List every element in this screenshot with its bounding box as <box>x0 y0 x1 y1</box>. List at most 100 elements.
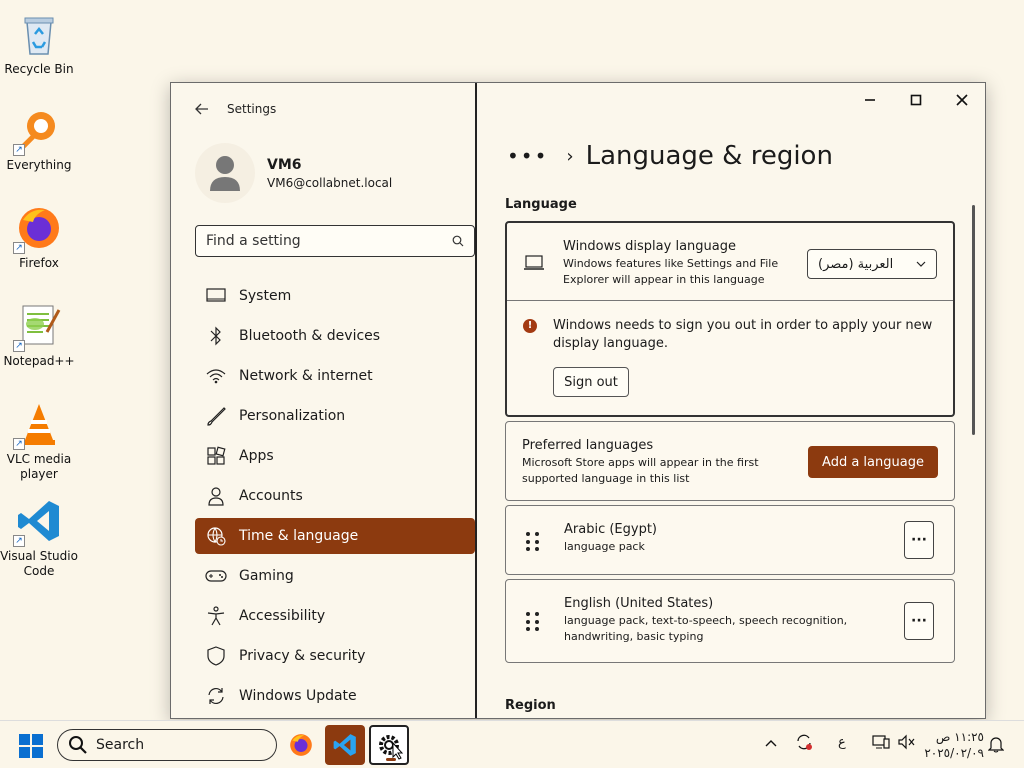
apps-icon <box>205 445 227 467</box>
nav-item-label: Accessibility <box>239 608 326 624</box>
vscode-icon: ↗ <box>13 497 63 547</box>
desktop-icon-notepadpp[interactable]: ↗ Notepad++ <box>0 302 78 369</box>
desktop-icon-label: Firefox <box>19 256 59 270</box>
desktop-icon-vlc[interactable]: ↗ VLC media player <box>0 400 78 482</box>
profile-email: VM6@collabnet.local <box>267 175 393 190</box>
nav-item-label: System <box>239 288 292 304</box>
recycle-bin-icon <box>15 10 63 58</box>
nav-item-label: Windows Update <box>239 688 357 704</box>
page-title: Language & region <box>585 141 833 171</box>
search-icon <box>69 736 87 754</box>
nav-item-gaming[interactable]: Gaming <box>195 558 475 594</box>
notepadpp-icon: ↗ <box>13 302 63 352</box>
language-row-arabic[interactable]: Arabic (Egypt) language pack ··· <box>505 505 955 575</box>
accessibility-icon <box>205 605 227 627</box>
monitor-icon <box>205 285 227 307</box>
person-icon <box>205 485 227 507</box>
desktop-icon-recycle-bin[interactable]: Recycle Bin <box>0 10 78 77</box>
nav-item-system[interactable]: System <box>195 278 475 314</box>
sync-status-icon[interactable] <box>795 733 813 755</box>
input-language-indicator[interactable]: ع <box>838 735 846 750</box>
laptop-icon <box>523 255 545 275</box>
display-language-title: Windows display language <box>563 239 736 254</box>
chevron-down-icon <box>916 261 926 267</box>
nav-item-personalization[interactable]: Personalization <box>195 398 475 434</box>
language-options-button[interactable]: ··· <box>904 521 934 559</box>
update-icon <box>205 685 227 707</box>
nav-item-accounts[interactable]: Accounts <box>195 478 475 514</box>
preferred-languages-title: Preferred languages <box>522 438 654 453</box>
display-language-dropdown[interactable]: العربية (مصر) <box>807 249 937 279</box>
user-profile[interactable]: VM6 VM6@collabnet.local <box>195 143 392 203</box>
preferred-languages-subtitle: Microsoft Store apps will appear in the … <box>522 456 759 485</box>
everything-search-icon: ↗ <box>13 106 63 156</box>
taskbar: Search ع ١١:٢٥ ص ٢٠٢٥/٠٢/٠٩ <box>0 720 1024 768</box>
nav-item-bluetooth-devices[interactable]: Bluetooth & devices <box>195 318 475 354</box>
sign-out-button[interactable]: Sign out <box>553 367 629 397</box>
taskbar-clock[interactable]: ١١:٢٥ ص ٢٠٢٥/٠٢/٠٩ <box>924 729 984 761</box>
desktop-icon-label: VLC media player <box>6 452 72 481</box>
show-hidden-icons-button[interactable] <box>765 735 777 751</box>
content-scrollbar[interactable] <box>972 205 975 435</box>
globe-clock-icon <box>205 525 227 547</box>
desktop-icon-firefox[interactable]: ↗ Firefox <box>0 204 78 271</box>
language-features: language pack <box>564 540 645 553</box>
dropdown-value: العربية (مصر) <box>818 256 894 272</box>
start-button[interactable] <box>19 734 43 758</box>
desktop-icon-label: Visual Studio Code <box>0 549 78 578</box>
desktop-icon-everything[interactable]: ↗ Everything <box>0 106 78 173</box>
nav-item-label: Network & internet <box>239 368 373 384</box>
vlc-icon: ↗ <box>13 400 63 450</box>
display-language-card: Windows display language Windows feature… <box>505 221 955 417</box>
person-avatar-icon <box>210 156 240 191</box>
nav-item-time-language[interactable]: Time & language <box>195 518 475 554</box>
settings-sidebar: Settings VM6 VM6@collabnet.local Find a … <box>171 83 477 718</box>
signout-notice: ! Windows needs to sign you out in order… <box>507 301 953 417</box>
desktop-icon-vscode[interactable]: ↗ Visual Studio Code <box>0 497 78 579</box>
desktop-icon-label: Recycle Bin <box>4 62 74 76</box>
bluetooth-icon <box>205 325 227 347</box>
back-button[interactable] <box>191 99 213 119</box>
display-language-subtitle: Windows features like Settings and File … <box>563 257 779 286</box>
breadcrumb-more-button[interactable]: ••• <box>507 144 548 168</box>
taskbar-search[interactable]: Search <box>57 729 277 761</box>
drag-handle-icon[interactable] <box>526 532 542 552</box>
settings-content: ••• › Language & region Language Windows… <box>479 83 985 718</box>
profile-name: VM6 <box>267 156 302 173</box>
clock-time: ١١:٢٥ ص <box>935 730 984 744</box>
window-title: Settings <box>227 102 277 116</box>
wifi-icon <box>205 365 227 387</box>
nav-item-accessibility[interactable]: Accessibility <box>195 598 475 634</box>
search-placeholder: Find a setting <box>206 233 301 249</box>
brush-icon <box>205 405 227 427</box>
nav-item-label: Apps <box>239 448 274 464</box>
language-features: language pack, text-to-speech, speech re… <box>564 614 848 643</box>
nav-item-windows-update[interactable]: Windows Update <box>195 678 475 714</box>
settings-window: Settings VM6 VM6@collabnet.local Find a … <box>170 82 986 719</box>
section-heading-language: Language <box>505 197 577 212</box>
language-row-english[interactable]: English (United States) language pack, t… <box>505 579 955 663</box>
add-language-button[interactable]: Add a language <box>808 446 938 478</box>
notification-bell-icon[interactable] <box>987 735 1005 757</box>
settings-nav: System Bluetooth & devices Network & int… <box>195 278 475 718</box>
nav-item-apps[interactable]: Apps <box>195 438 475 474</box>
drag-handle-icon[interactable] <box>526 612 542 632</box>
language-options-button[interactable]: ··· <box>904 602 934 640</box>
nav-item-label: Privacy & security <box>239 648 366 664</box>
nav-item-label: Gaming <box>239 568 294 584</box>
clock-date: ٢٠٢٥/٠٢/٠٩ <box>924 746 984 760</box>
nav-item-label: Accounts <box>239 488 303 504</box>
vscode-icon <box>333 734 356 756</box>
nav-item-label: Personalization <box>239 408 346 424</box>
network-icon[interactable] <box>872 734 890 754</box>
settings-search-input[interactable]: Find a setting <box>195 225 475 257</box>
taskbar-vscode[interactable] <box>325 725 365 765</box>
gamepad-icon <box>205 565 227 587</box>
nav-item-network-internet[interactable]: Network & internet <box>195 358 475 394</box>
firefox-icon <box>290 734 312 756</box>
taskbar-firefox[interactable] <box>281 725 321 765</box>
volume-muted-icon[interactable] <box>898 734 916 754</box>
back-arrow-icon <box>195 103 208 115</box>
display-language-row: Windows display language Windows feature… <box>507 223 953 301</box>
nav-item-privacy-security[interactable]: Privacy & security <box>195 638 475 674</box>
